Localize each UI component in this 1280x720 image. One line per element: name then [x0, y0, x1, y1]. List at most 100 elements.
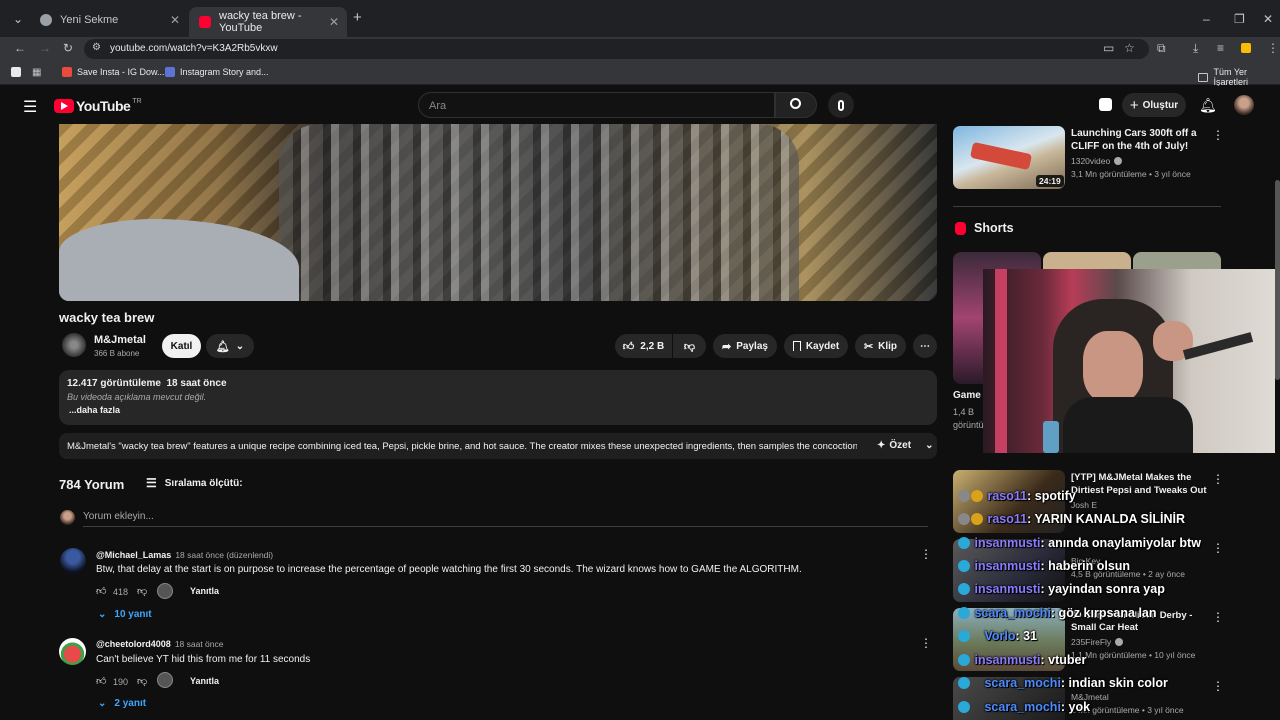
- restore-icon[interactable]: ❐: [1234, 13, 1245, 25]
- minimize-icon[interactable]: –: [1203, 13, 1210, 25]
- scrollbar-thumb[interactable]: [1275, 180, 1280, 380]
- more-link[interactable]: ...daha fazla: [69, 405, 120, 415]
- comment-menu-icon[interactable]: ⋮: [920, 636, 932, 650]
- comment-meta[interactable]: 18 saat önce (düzenlendi): [175, 550, 273, 560]
- site-info-icon[interactable]: ⚙: [92, 42, 101, 54]
- thumbs-down-icon[interactable]: 👎︎: [137, 675, 147, 687]
- chat-ai-icon[interactable]: [1099, 98, 1112, 111]
- more-vertical-icon[interactable]: ⋮: [1212, 541, 1224, 555]
- thumbs-down-icon: 👎︎: [683, 340, 696, 353]
- summary-toggle[interactable]: ✦ Özet ⌄: [877, 440, 933, 451]
- add-comment-input[interactable]: Yorum ekleyin...: [83, 511, 928, 527]
- chat-username: insanmusti: [974, 653, 1041, 667]
- comment-text: Can't believe YT hid this from me for 11…: [96, 654, 311, 665]
- badge-icon: [971, 513, 983, 525]
- download-icon[interactable]: ⤓: [1193, 42, 1198, 54]
- microphone-icon: [838, 99, 844, 111]
- forward-icon[interactable]: →: [39, 42, 51, 54]
- chevron-down-icon: ⌄: [235, 340, 245, 352]
- browser-menu-icon[interactable]: ⋮: [1267, 42, 1279, 54]
- extensions-icon[interactable]: ⧉: [1157, 42, 1166, 54]
- tab-list-icon[interactable]: ⌄: [13, 13, 23, 25]
- all-bookmarks[interactable]: Tüm Yer İşaretleri: [1198, 67, 1280, 87]
- comment-author[interactable]: @Michael_Lamas: [96, 550, 171, 560]
- replies-toggle[interactable]: ⌄ 2 yanıt: [98, 698, 146, 709]
- chat-username: insanmusti: [974, 536, 1041, 550]
- save-button[interactable]: Kaydet: [784, 334, 848, 358]
- chat-message: Vorlo: 31: [958, 629, 1037, 643]
- more-actions-button[interactable]: ⋯: [913, 334, 937, 358]
- all-bookmarks-label: Tüm Yer İşaretleri: [1213, 67, 1248, 87]
- cast-icon[interactable]: ▭: [1103, 42, 1114, 54]
- reply-button[interactable]: Yanıtla: [190, 586, 219, 596]
- bookmark-label: Save Insta - IG Dow...: [77, 67, 165, 77]
- notifications-icon[interactable]: 🔔︎: [1199, 97, 1217, 114]
- channel-avatar[interactable]: [62, 333, 86, 357]
- badge-icon: [958, 701, 970, 713]
- folder-icon: [1198, 72, 1209, 82]
- sidebar-toggle-icon[interactable]: [11, 67, 21, 77]
- close-icon[interactable]: ✕: [329, 15, 339, 29]
- bookmark-star-icon[interactable]: ☆: [1124, 42, 1135, 54]
- close-icon[interactable]: ✕: [170, 13, 180, 27]
- channel-name[interactable]: M&Jmetal: [94, 334, 146, 346]
- thumbs-down-icon[interactable]: 👎︎: [137, 585, 147, 597]
- tab-new-tab[interactable]: Yeni Sekme ✕: [30, 7, 188, 33]
- tab-youtube[interactable]: wacky tea brew - YouTube ✕: [189, 7, 347, 37]
- voice-search-button[interactable]: [828, 92, 854, 118]
- commenter-avatar[interactable]: [59, 638, 86, 665]
- sort-button[interactable]: ☰ Sıralama ölçütü:: [146, 476, 243, 490]
- reload-icon[interactable]: ↻: [63, 42, 73, 54]
- search-button[interactable]: [775, 92, 817, 118]
- video-player[interactable]: [59, 124, 937, 301]
- channel-name: 235FireFly: [1071, 637, 1124, 647]
- clip-button[interactable]: ✂ Klip: [855, 334, 906, 358]
- back-icon[interactable]: ←: [14, 42, 26, 54]
- comment-menu-icon[interactable]: ⋮: [920, 547, 932, 561]
- comment-author[interactable]: @cheetolord4008: [96, 639, 171, 649]
- like-button[interactable]: 👍︎ 2,2 B: [615, 334, 672, 358]
- bookmark-save-insta[interactable]: Save Insta - IG Dow...: [62, 67, 165, 77]
- window-close-icon[interactable]: ✕: [1263, 13, 1273, 25]
- create-button[interactable]: + Oluştur: [1122, 93, 1186, 117]
- badge-icon: [958, 630, 970, 642]
- video-meta: 1,1 Mn görüntüleme • 10 yıl önce: [1071, 650, 1196, 660]
- channel-name: 1320video: [1071, 156, 1123, 166]
- youtube-favicon-icon: [199, 16, 211, 28]
- scissors-icon: ✂: [863, 340, 874, 353]
- logo-text: YouTube: [76, 98, 131, 114]
- extension-badge-icon[interactable]: [1241, 43, 1251, 53]
- bookmark-instagram-story[interactable]: Instagram Story and...: [165, 67, 269, 77]
- search-input[interactable]: Ara: [418, 92, 775, 118]
- hamburger-menu-icon[interactable]: ☰: [23, 97, 37, 117]
- chat-text: : anında onaylamiyolar btw: [1040, 536, 1201, 550]
- media-icon[interactable]: ≡: [1217, 42, 1224, 54]
- more-vertical-icon[interactable]: ⋮: [1212, 128, 1224, 142]
- replies-toggle[interactable]: ⌄ 10 yanıt: [98, 609, 152, 620]
- youtube-logo[interactable]: YouTube TR: [54, 98, 142, 114]
- join-button[interactable]: Katıl: [162, 334, 201, 358]
- reply-button[interactable]: Yanıtla: [190, 676, 219, 686]
- commenter-avatar[interactable]: [60, 548, 86, 574]
- chevron-down-icon: ⌄: [98, 698, 107, 709]
- video-title: wacky tea brew: [59, 310, 155, 325]
- apps-icon[interactable]: ▦: [32, 67, 41, 79]
- more-vertical-icon[interactable]: ⋮: [1212, 472, 1224, 486]
- youtube-play-icon: [54, 99, 74, 113]
- dislike-button[interactable]: 👎︎: [673, 334, 706, 358]
- thumbs-up-icon[interactable]: 👍︎: [96, 675, 106, 687]
- more-vertical-icon[interactable]: ⋮: [1212, 610, 1224, 624]
- comment-meta[interactable]: 18 saat önce: [175, 639, 224, 649]
- url-text[interactable]: youtube.com/watch?v=K3A2Rb5vkxw: [110, 43, 278, 54]
- thumbs-up-icon: 👍︎: [622, 340, 635, 353]
- share-button[interactable]: ➦ Paylaş: [713, 334, 777, 358]
- like-count: 2,2 B: [640, 340, 665, 352]
- new-tab-icon[interactable]: +: [353, 10, 362, 25]
- chat-username: insanmusti: [974, 559, 1041, 573]
- thumbs-up-icon[interactable]: 👍︎: [96, 585, 106, 597]
- notification-bell-button[interactable]: 🔔︎ ⌄: [206, 334, 254, 358]
- chat-message: insanmusti: yayindan sonra yap: [958, 582, 1165, 596]
- more-vertical-icon[interactable]: ⋮: [1212, 679, 1224, 693]
- avatar[interactable]: [1234, 95, 1254, 115]
- chat-username: Vorlo: [984, 629, 1016, 643]
